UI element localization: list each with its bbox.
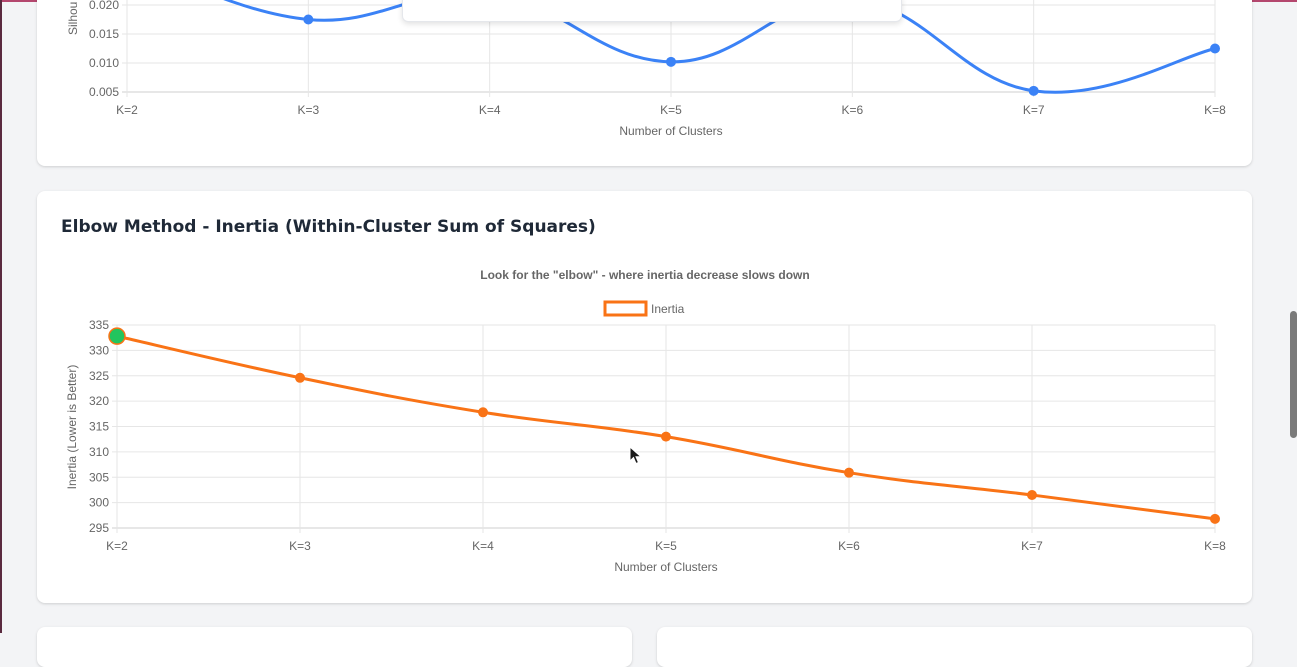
y-tick-label: 0.020 xyxy=(89,0,119,12)
x-tick-label: K=3 xyxy=(297,103,319,117)
x-tick-label: K=4 xyxy=(472,539,494,553)
y-tick-label: 320 xyxy=(89,394,109,408)
x-tick-label: K=5 xyxy=(660,103,682,117)
data-point[interactable] xyxy=(1210,43,1220,54)
x-tick-label: K=6 xyxy=(838,539,860,553)
y-tick-label: 305 xyxy=(89,470,109,484)
y-tick-label: 300 xyxy=(89,496,109,510)
highlighted-data-point[interactable] xyxy=(108,327,126,345)
next-card-left xyxy=(37,627,632,667)
elbow-chart: Look for the "elbow" - where inertia dec… xyxy=(65,268,1226,574)
x-tick-label: K=2 xyxy=(116,103,138,117)
legend-inertia-label: Inertia xyxy=(651,302,685,316)
x-tick-label: K=4 xyxy=(479,103,501,117)
elbow-chart-subtitle: Look for the "elbow" - where inertia dec… xyxy=(480,268,809,282)
data-point[interactable] xyxy=(666,56,676,67)
x-tick-label: K=8 xyxy=(1204,103,1226,117)
legend-inertia-swatch xyxy=(603,300,648,317)
data-point[interactable] xyxy=(1210,513,1220,524)
data-point[interactable] xyxy=(1027,490,1037,501)
y-tick-label: 315 xyxy=(89,420,109,434)
y-tick-label: 295 xyxy=(89,521,109,535)
elbow-y-axis-title: Inertia (Lower is Better) xyxy=(65,365,79,490)
data-point[interactable] xyxy=(1028,85,1039,96)
silhouette-card: 0.020 0.015 0.010 0.005 K=2 K=3 K=4 K=5 K=6 K=7 K… xyxy=(37,0,1252,166)
y-tick-label: 325 xyxy=(89,369,109,383)
x-tick-label: K=5 xyxy=(655,539,677,553)
data-point[interactable] xyxy=(303,14,314,25)
x-tick-label: K=7 xyxy=(1021,539,1043,553)
y-tick-label: 0.005 xyxy=(89,85,119,99)
x-tick-label: K=3 xyxy=(289,539,311,553)
silhouette-x-axis-title: Number of Clusters xyxy=(619,124,722,138)
y-tick-label: 310 xyxy=(89,445,109,459)
scrollbar-thumb[interactable] xyxy=(1290,311,1297,438)
data-point[interactable] xyxy=(844,467,854,478)
y-tick-label: 0.015 xyxy=(89,27,119,41)
data-point[interactable] xyxy=(295,372,305,383)
data-point[interactable] xyxy=(478,407,488,418)
elbow-x-axis-title: Number of Clusters xyxy=(614,560,717,574)
left-edge-line xyxy=(0,0,2,633)
x-tick-label: K=2 xyxy=(106,539,128,553)
y-tick-label: 330 xyxy=(89,343,109,357)
x-tick-label: K=6 xyxy=(841,103,863,117)
silhouette-chart: 0.020 0.015 0.010 0.005 K=2 K=3 K=4 K=5 K=6 K=7 K… xyxy=(66,0,1226,138)
y-tick-label: 335 xyxy=(89,318,109,332)
silhouette-y-axis-title: Silhou xyxy=(66,2,80,35)
next-card-right xyxy=(657,627,1252,667)
x-tick-label: K=8 xyxy=(1204,539,1226,553)
chart-tooltip xyxy=(402,0,902,22)
data-point[interactable] xyxy=(661,431,671,442)
x-tick-label: K=7 xyxy=(1023,103,1045,117)
y-tick-label: 0.010 xyxy=(89,56,119,70)
mouse-cursor-icon xyxy=(629,446,643,465)
elbow-method-card: Elbow Method - Inertia (Within-Cluster S… xyxy=(37,191,1252,603)
